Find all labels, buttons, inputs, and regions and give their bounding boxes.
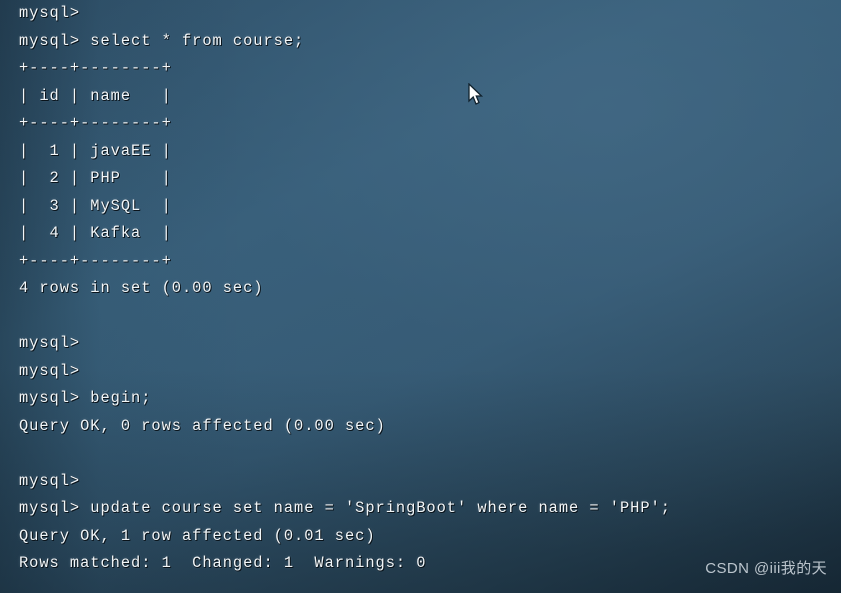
table-row: | 4 | Kafka |	[19, 224, 172, 242]
terminal-line: mysql> begin;	[19, 389, 152, 407]
terminal-line: mysql>	[19, 361, 81, 380]
terminal-window[interactable]: mysql> mysql> select * from course; +---…	[0, 0, 841, 593]
row-count-status: 4 rows in set (0.00 sec)	[19, 279, 264, 297]
terminal-output[interactable]: mysql> mysql> select * from course; +---…	[19, 0, 841, 578]
table-separator: +----+--------+	[19, 114, 172, 132]
terminal-line: mysql> select * from course;	[19, 31, 305, 50]
terminal-line: mysql>	[19, 471, 81, 490]
terminal-line: mysql>	[19, 334, 81, 352]
table-header-row: | id | name |	[19, 86, 172, 105]
query-status-line: Query OK, 1 row affected (0.01 sec)	[19, 526, 376, 545]
table-row: | 1 | javaEE |	[19, 141, 172, 160]
query-status-line: Query OK, 0 rows affected (0.00 sec)	[19, 416, 386, 435]
watermark: CSDN @iii我的天	[705, 560, 827, 577]
table-row: | 3 | MySQL |	[19, 196, 172, 215]
terminal-line: mysql>	[19, 4, 81, 22]
table-separator: +----+--------+	[19, 59, 172, 77]
table-row: | 2 | PHP |	[19, 169, 172, 187]
terminal-line: mysql> update course set name = 'SpringB…	[19, 499, 671, 517]
table-separator: +----+--------+	[19, 251, 172, 270]
